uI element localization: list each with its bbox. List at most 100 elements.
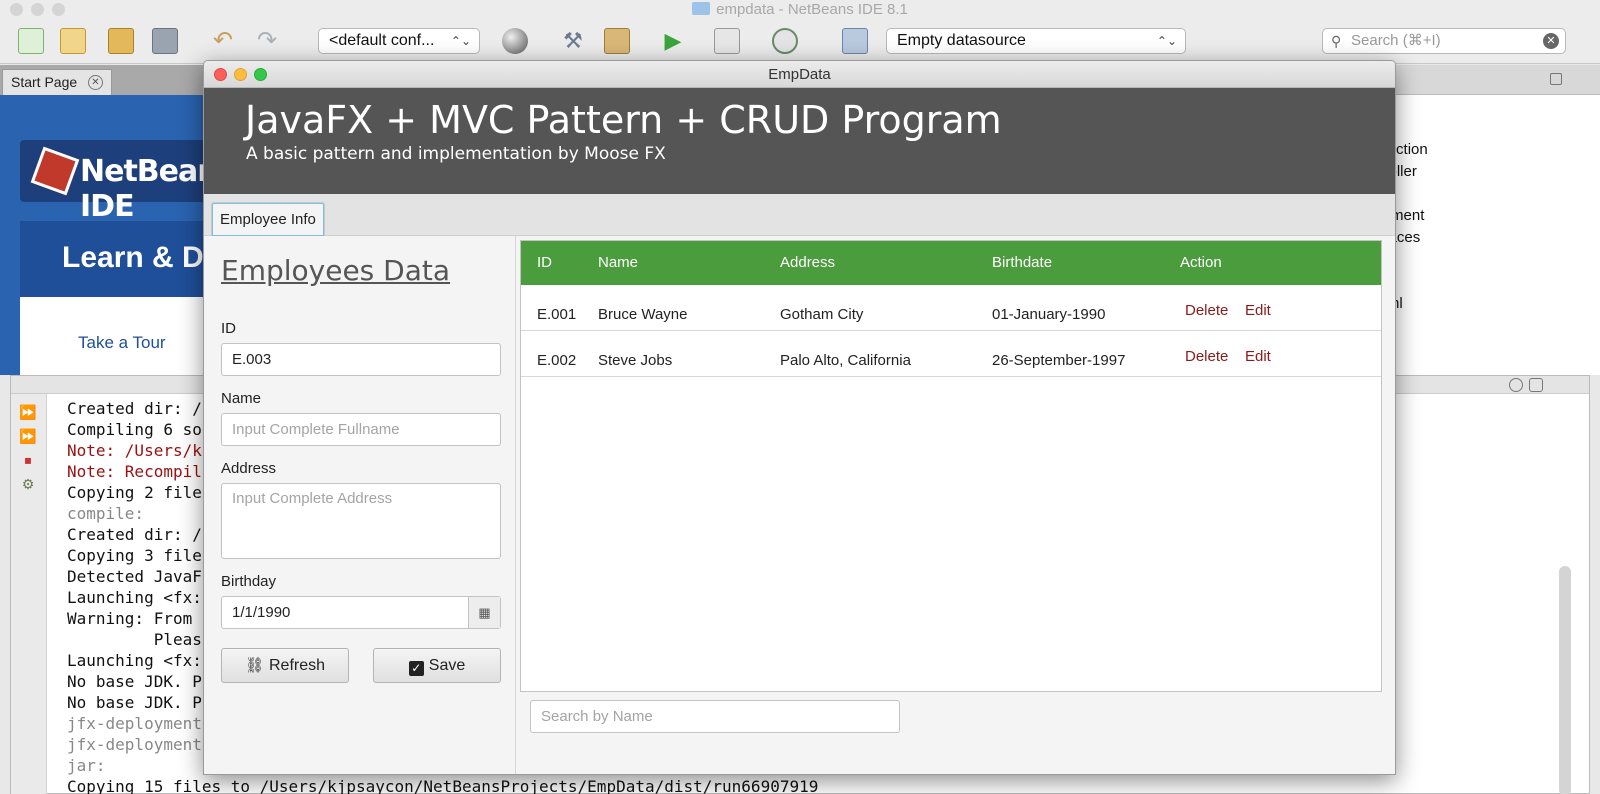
name-label: Name [221,390,262,407]
delete-link[interactable]: Delete [1185,348,1228,365]
minimize-icon[interactable] [1550,73,1562,85]
config-combo-value: <default conf... [329,32,435,49]
config-combo[interactable]: <default conf... ⌃⌄ [318,28,480,54]
learn-banner: Learn & D [20,221,210,297]
ide-zoom-button[interactable] [52,3,65,16]
tree-item[interactable]: nnection [1371,139,1600,161]
tree-item[interactable]: w [1371,271,1600,293]
tree-item[interactable]: ntroller [1371,161,1600,183]
learn-text: Learn & D [62,241,204,274]
folder-icon [692,2,711,15]
output-scrollbar[interactable] [1559,566,1571,794]
new-file-icon[interactable] [18,28,44,54]
app-banner: JavaFX + MVC Pattern + CRUD Program A ba… [204,88,1395,194]
debug-icon[interactable] [714,28,740,54]
window-zoom-button[interactable] [254,68,267,81]
tree-item[interactable]: s [1371,117,1600,139]
tree-item[interactable]: plement [1371,205,1600,227]
profile-icon[interactable] [772,28,798,54]
open-project-icon[interactable] [108,28,134,54]
new-project-icon[interactable] [60,28,86,54]
refresh-button-label: Refresh [269,657,326,674]
chevron-updown-icon: ⌃⌄ [1156,34,1177,48]
cell-birthdate: 26-September-1997 [992,352,1126,369]
ide-projects-panel: s nnection ntroller plement erfaces del … [1370,65,1600,375]
table-row[interactable]: E.001 Bruce Wayne Gotham City 01-January… [521,285,1381,331]
clear-icon[interactable]: ✕ [1543,33,1559,49]
datasource-icon[interactable] [842,28,868,54]
ide-search-input[interactable]: ⚲ Search (⌘+I) ✕ [1322,28,1566,54]
projects-tree: s nnection ntroller plement erfaces del … [1371,95,1600,315]
settings-icon[interactable]: ⚙ [19,476,37,492]
rerun-icon[interactable]: ⏩ [19,404,37,420]
maximize-icon[interactable] [1529,378,1543,392]
save-all-icon[interactable] [152,28,178,54]
employee-list-pane: ID Name Address Birthdate Action E.001 B… [516,236,1395,774]
ide-minimize-button[interactable] [31,3,44,16]
redo-icon[interactable]: ↷ [254,28,280,54]
search-icon: ⚲ [1331,33,1342,49]
column-header-id[interactable]: ID [537,241,552,285]
tab-employee-info[interactable]: Employee Info [211,202,325,236]
refresh-icon: ⛓ [244,657,264,674]
employee-form: Employees Data ID E.003 Name Input Compl… [204,236,516,774]
address-label: Address [221,460,277,477]
output-gutter: ⏩ ⏩ ⏹ ⚙ [11,394,47,794]
refresh-button[interactable]: ⛓ Refresh [221,648,349,683]
id-label: ID [221,320,236,337]
app-window-title: EmpData [768,66,831,83]
address-field[interactable]: Input Complete Address [221,483,501,559]
cell-name: Bruce Wayne [598,306,688,323]
start-page: NetBeans IDE Learn & D Take a Tour [0,95,235,375]
tree-item[interactable]: del [1371,249,1600,271]
chevron-updown-icon: ⌃⌄ [450,34,471,48]
column-header-action[interactable]: Action [1180,241,1222,285]
cell-id: E.002 [537,352,577,369]
undo-icon[interactable]: ↶ [210,28,236,54]
edit-link[interactable]: Edit [1245,348,1271,365]
column-header-name[interactable]: Name [598,241,638,285]
delete-link[interactable]: Delete [1185,302,1228,319]
ide-search-placeholder: Search (⌘+I) [1351,32,1441,49]
calendar-icon[interactable]: ▦ [468,597,500,628]
take-a-tour-link[interactable]: Take a Tour [78,333,166,353]
build-hammer-icon[interactable]: ⚒ [560,28,586,54]
empdata-window: EmpData JavaFX + MVC Pattern + CRUD Prog… [203,60,1396,775]
tree-item[interactable]: erfaces [1371,227,1600,249]
close-icon[interactable] [1509,378,1523,392]
id-field[interactable]: E.003 [221,343,501,376]
window-close-button[interactable] [214,68,227,81]
cell-birthdate: 01-January-1990 [992,306,1106,323]
employee-table: ID Name Address Birthdate Action E.001 B… [520,240,1382,692]
birthday-field[interactable]: 1/1/1990 ▦ [221,596,501,629]
projects-panel-header [1371,65,1600,95]
ide-window-controls [10,3,65,16]
edit-link[interactable]: Edit [1245,302,1271,319]
cell-id: E.001 [537,306,577,323]
tab-start-page-label: Start Page [11,74,78,90]
globe-icon[interactable] [502,28,528,54]
clean-build-icon[interactable] [604,28,630,54]
close-icon[interactable]: ✕ [88,75,103,90]
tree-item[interactable] [1371,183,1600,205]
stop-icon[interactable]: ⏹ [19,452,37,468]
banner-title: JavaFX + MVC Pattern + CRUD Program [245,98,1002,142]
column-header-address[interactable]: Address [780,241,835,285]
datasource-combo[interactable]: Empty datasource ⌃⌄ [886,28,1186,54]
tab-start-page[interactable]: Start Page ✕ [2,69,112,95]
window-minimize-button[interactable] [234,68,247,81]
cell-address: Gotham City [780,306,864,323]
table-row[interactable]: E.002 Steve Jobs Palo Alto, California 2… [521,331,1381,377]
rerun-with-params-icon[interactable]: ⏩ [19,428,37,444]
name-field[interactable]: Input Complete Fullname [221,413,501,446]
tab-content: Employees Data ID E.003 Name Input Compl… [204,236,1395,774]
column-header-birthdate[interactable]: Birthdate [992,241,1052,285]
app-tabbar: Employee Info [204,194,1395,236]
save-button[interactable]: ✓ Save [373,648,501,683]
search-by-name-input[interactable]: Search by Name [530,700,900,733]
ide-close-button[interactable] [10,3,23,16]
output-line: Copying 15 files to /Users/kjpsaycon/Net… [67,777,819,794]
tree-item[interactable]: .fxml [1371,293,1600,315]
banner-subtitle: A basic pattern and implementation by Mo… [246,144,666,164]
run-icon[interactable]: ▶ [660,28,686,54]
